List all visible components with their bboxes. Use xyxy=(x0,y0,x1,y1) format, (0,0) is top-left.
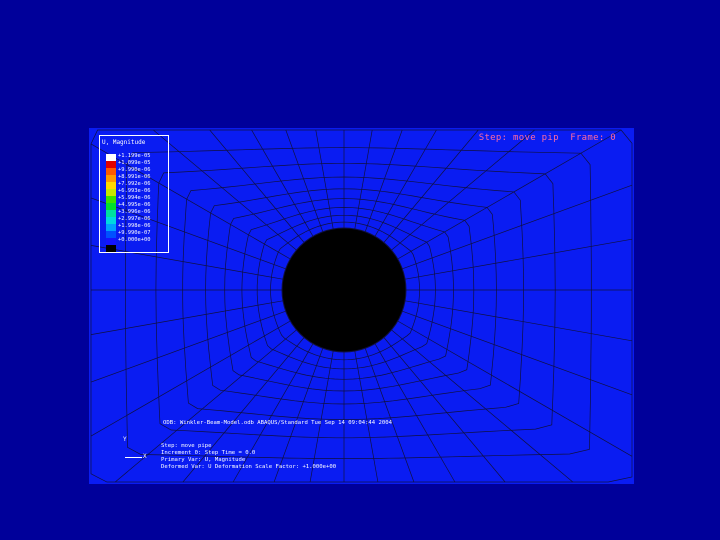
legend-value: +2.997e-06 xyxy=(118,216,151,222)
step-info-block: Step: move pipe Increment 0: Step Time = … xyxy=(161,443,336,471)
triad-x-arrow xyxy=(125,457,142,458)
mesh-radial-line xyxy=(397,320,633,457)
axis-triad: Y X xyxy=(119,436,149,466)
info-line: Primary Var: U, Magnitude xyxy=(161,457,246,463)
odb-info-line: ODB: Winkler-Beam-Model.odb ABAQUS/Stand… xyxy=(163,420,393,426)
legend-value: +7.992e-06 xyxy=(118,181,151,187)
legend-swatch xyxy=(106,231,116,238)
mesh-radial-line xyxy=(402,184,633,270)
legend-values: +1.199e-05 +1.099e-05 +9.990e-06 +8.991e-06… xyxy=(118,153,150,244)
legend-value: +4.995e-06 xyxy=(118,202,151,208)
mesh-radial-line xyxy=(354,351,379,483)
legend-swatch xyxy=(106,224,116,231)
triad-y-label: Y xyxy=(123,436,127,443)
legend-value: +9.990e-06 xyxy=(118,167,151,173)
legend-swatch xyxy=(106,175,116,182)
step-frame-label: Step: move pip Frame: 0 xyxy=(478,133,616,143)
legend-title: U, Magnitude xyxy=(102,139,146,146)
mesh-plot xyxy=(90,129,633,483)
mesh-radial-line xyxy=(405,238,633,280)
mesh-radial-line xyxy=(90,310,286,383)
mesh-radial-line xyxy=(315,129,334,229)
legend-swatch xyxy=(106,210,116,217)
legend-value: +3.996e-06 xyxy=(118,209,151,215)
legend-swatch xyxy=(106,154,116,161)
mesh-radial-line xyxy=(354,129,373,229)
triad-x-label: X xyxy=(143,453,147,460)
legend-value: +8.991e-06 xyxy=(118,174,151,180)
legend-swatch xyxy=(106,203,116,210)
mesh-radial-line xyxy=(405,300,633,342)
legend-swatch xyxy=(106,189,116,196)
legend-value: +0.000e+00 xyxy=(118,237,151,243)
mesh-radial-line xyxy=(90,300,283,335)
mesh-radial-line xyxy=(209,129,305,243)
legend-value: +6.993e-06 xyxy=(118,188,151,194)
legend-swatch xyxy=(106,238,116,245)
legend-value: +1.199e-05 xyxy=(118,153,151,159)
model-viewport[interactable]: Step: move pip Frame: 0 U, Magnitude +1.… xyxy=(89,128,634,484)
legend-swatch xyxy=(106,182,116,189)
legend-swatch xyxy=(106,161,116,168)
legend-swatch xyxy=(106,196,116,203)
contour-legend: U, Magnitude +1.199e-05 +1.099e-05 +9.990e… xyxy=(99,135,169,253)
mesh-radial-line xyxy=(402,310,633,396)
legend-swatch xyxy=(106,217,116,224)
pipe-hole xyxy=(281,227,407,353)
legend-color-bar xyxy=(106,154,116,252)
legend-value: +5.994e-06 xyxy=(118,195,151,201)
mesh-radial-line xyxy=(391,329,574,483)
mesh-radial-line xyxy=(383,129,479,243)
info-line: Step: move pipe xyxy=(161,443,212,449)
legend-value: +1.998e-06 xyxy=(118,223,151,229)
legend-value: +9.990e-07 xyxy=(118,230,151,236)
legend-value: +1.099e-05 xyxy=(118,160,151,166)
legend-swatch xyxy=(106,245,116,252)
info-line: Increment 0: Step Time = 0.0 xyxy=(161,450,256,456)
legend-swatch xyxy=(106,168,116,175)
info-line: Deformed Var: U Deformation Scale Factor… xyxy=(161,464,337,470)
